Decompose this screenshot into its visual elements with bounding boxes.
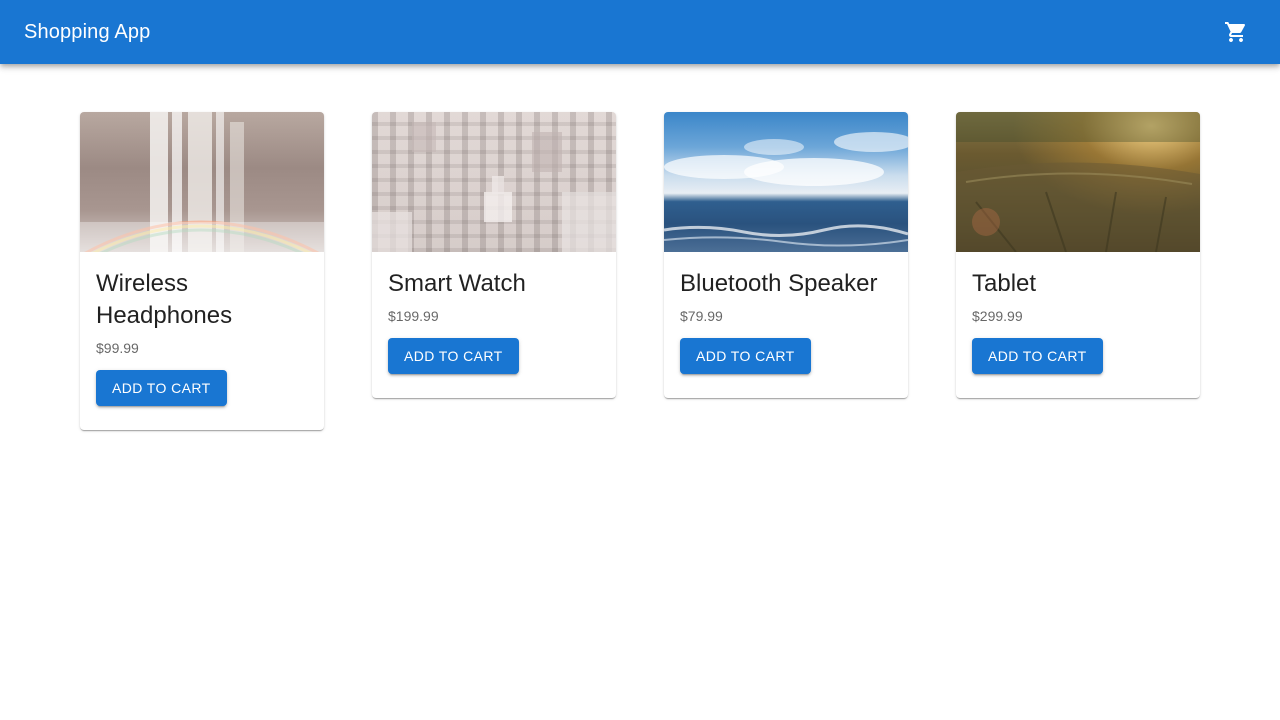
shopping-cart-icon — [1225, 22, 1246, 42]
add-to-cart-button[interactable]: ADD TO CART — [388, 338, 519, 374]
product-price: $99.99 — [96, 340, 139, 356]
add-to-cart-button[interactable]: ADD TO CART — [96, 370, 227, 406]
product-image — [80, 112, 324, 252]
product-name: Wireless Headphones — [96, 270, 233, 329]
cart-button[interactable] — [1212, 8, 1260, 56]
product-price: $79.99 — [680, 308, 723, 324]
product-name: Bluetooth Speaker — [680, 270, 878, 297]
product-image — [372, 112, 616, 252]
app-bar: Shopping App — [0, 0, 1280, 64]
product-price: $199.99 — [388, 308, 439, 324]
product-name: Tablet — [972, 270, 1037, 297]
product-card: Tablet $299.99 ADD TO CART — [956, 112, 1200, 398]
product-image — [664, 112, 908, 252]
product-card: Wireless Headphones $99.99 ADD TO CART — [80, 112, 324, 430]
add-to-cart-button[interactable]: ADD TO CART — [972, 338, 1103, 374]
product-price: $299.99 — [972, 308, 1023, 324]
app-title: Shopping App — [24, 21, 151, 43]
add-to-cart-button[interactable]: ADD TO CART — [680, 338, 811, 374]
product-card: Bluetooth Speaker $79.99 ADD TO CART — [664, 112, 908, 398]
product-name: Smart Watch — [388, 270, 526, 297]
product-card: Smart Watch $199.99 ADD TO CART — [372, 112, 616, 398]
product-image — [956, 112, 1200, 252]
